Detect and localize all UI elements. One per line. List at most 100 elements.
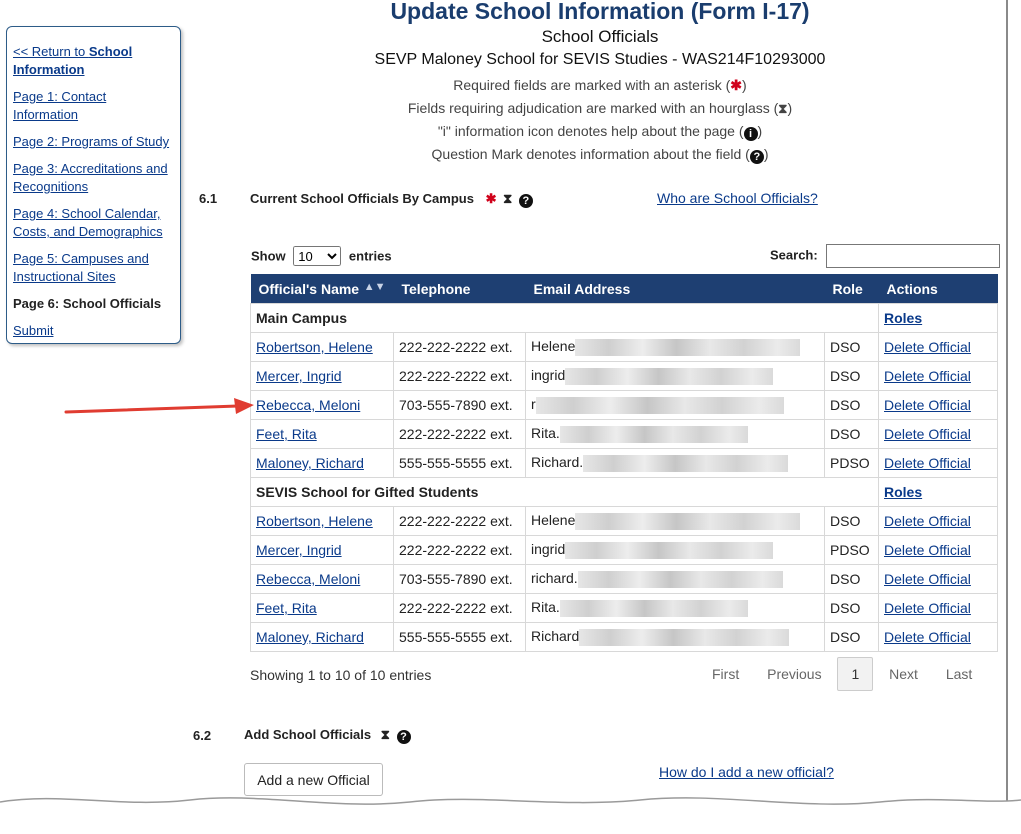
phone-cell: 555-555-5555 ext.: [393, 622, 526, 652]
email-cell: ingrid: [525, 535, 825, 565]
table-row: Rebecca, Meloni 703-555-7890 ext. richar…: [250, 564, 998, 594]
roles-link[interactable]: Roles: [884, 484, 922, 500]
redacted-email: [535, 396, 784, 414]
section-title-text: Current School Officials By Campus: [250, 191, 474, 206]
redacted-email: [565, 541, 774, 559]
sidebar-item-campuses[interactable]: Page 5: Campuses and Instructional Sites: [13, 250, 174, 286]
col-email-header: Email Address: [525, 274, 825, 304]
delete-official-link[interactable]: Delete Official: [884, 368, 971, 384]
campus-name: SEVIS School for Gifted Students: [250, 477, 879, 507]
official-name-link[interactable]: Robertson, Helene: [256, 339, 373, 355]
hourglass-icon: ⧗: [380, 727, 390, 742]
campus-group-row: Main Campus Roles: [250, 303, 998, 333]
note-paren: ): [787, 100, 793, 116]
email-text: richard.: [531, 570, 578, 587]
delete-official-link[interactable]: Delete Official: [884, 571, 971, 587]
official-name-link[interactable]: Maloney, Richard: [256, 455, 364, 471]
asterisk-icon: ✱: [485, 191, 497, 206]
phone-cell: 222-222-2222 ext.: [393, 506, 526, 536]
who-are-officials-link[interactable]: Who are School Officials?: [657, 190, 818, 206]
official-name-link[interactable]: Feet, Rita: [256, 426, 317, 442]
table-row: Maloney, Richard 555-555-5555 ext. Richa…: [250, 622, 998, 652]
entries-label: entries: [348, 248, 392, 264]
delete-official-link[interactable]: Delete Official: [884, 339, 971, 355]
role-cell: DSO: [824, 390, 879, 420]
note-paren: ): [763, 146, 769, 162]
official-name-link[interactable]: Rebecca, Meloni: [256, 397, 360, 413]
question-icon[interactable]: ?: [396, 730, 411, 744]
redacted-email: [583, 454, 789, 472]
email-text: Richard.: [531, 454, 584, 471]
how-add-official-link[interactable]: How do I add a new official?: [659, 764, 834, 780]
table-row: Robertson, Helene 222-222-2222 ext. Hele…: [250, 332, 998, 362]
search-label: Search:: [770, 247, 818, 263]
note-info: "i" information icon denotes help about …: [300, 123, 900, 141]
delete-official-link[interactable]: Delete Official: [884, 426, 971, 442]
sidebar-item-accreditations[interactable]: Page 3: Accreditations and Recognitions: [13, 160, 174, 196]
redacted-email: [559, 425, 748, 443]
email-text: ingrid: [531, 541, 566, 558]
email-text: Rita.: [531, 425, 560, 442]
delete-official-link[interactable]: Delete Official: [884, 542, 971, 558]
pager-previous[interactable]: Previous: [755, 657, 833, 691]
redacted-email: [575, 338, 801, 356]
section-title-text: Add School Officials: [244, 727, 372, 742]
official-name-link[interactable]: Mercer, Ingrid: [256, 542, 342, 558]
official-name-link[interactable]: Maloney, Richard: [256, 629, 364, 645]
pager-next[interactable]: Next: [877, 657, 930, 691]
delete-official-link[interactable]: Delete Official: [884, 600, 971, 616]
email-text: Richard: [531, 628, 580, 645]
table-row: Mercer, Ingrid 222-222-2222 ext. ingrid …: [250, 361, 998, 391]
delete-official-link[interactable]: Delete Official: [884, 455, 971, 471]
table-row: Robertson, Helene 222-222-2222 ext. Hele…: [250, 506, 998, 536]
email-cell: Helene: [525, 332, 825, 362]
phone-cell: 222-222-2222 ext.: [393, 593, 526, 623]
email-cell: Richard.: [525, 448, 825, 478]
sidebar-item-officials: Page 6: School Officials: [13, 296, 162, 311]
redacted-email: [577, 570, 783, 588]
sidebar-return-link[interactable]: << Return to School Information: [13, 43, 174, 79]
official-name-link[interactable]: Rebecca, Meloni: [256, 571, 360, 587]
question-icon[interactable]: ?: [518, 194, 533, 208]
col-name-label: Official's Name: [258, 280, 360, 297]
roles-link[interactable]: Roles: [884, 310, 922, 326]
section-number: 6.1: [199, 191, 218, 206]
role-cell: DSO: [824, 564, 879, 594]
table-info: Showing 1 to 10 of 10 entries: [250, 667, 432, 683]
official-name-link[interactable]: Feet, Rita: [256, 600, 317, 616]
officials-table: Official's Name ▲▼ Telephone Email Addres…: [250, 274, 998, 652]
sidebar-item-programs[interactable]: Page 2: Programs of Study: [13, 133, 174, 151]
sidebar-item-contact[interactable]: Page 1: Contact Information: [13, 88, 174, 124]
note-info-text: "i" information icon denotes help about …: [437, 123, 744, 139]
phone-cell: 222-222-2222 ext.: [393, 332, 526, 362]
col-name-header[interactable]: Official's Name ▲▼: [250, 274, 394, 304]
pager-first[interactable]: First: [700, 657, 751, 691]
email-text: Rita.: [531, 599, 560, 616]
page-title: Update School Information (Form I-17): [390, 0, 810, 24]
delete-official-link[interactable]: Delete Official: [884, 397, 971, 413]
pagination: First Previous 1 Next Last: [700, 657, 984, 691]
note-question-text: Question Mark denotes information about …: [431, 146, 750, 162]
pager-current[interactable]: 1: [837, 657, 874, 691]
sidebar-item-submit[interactable]: Submit: [13, 322, 174, 340]
campus-group-row: SEVIS School for Gifted Students Roles: [250, 477, 998, 507]
phone-cell: 703-555-7890 ext.: [393, 390, 526, 420]
note-paren: ): [742, 77, 747, 93]
search-input[interactable]: [826, 244, 1001, 268]
hourglass-icon: ⧗: [503, 191, 513, 206]
sidebar-nav: << Return to School Information Page 1: …: [6, 26, 181, 344]
show-label: Show: [251, 248, 286, 264]
email-cell: r: [525, 390, 825, 420]
entries-select[interactable]: 10: [293, 246, 342, 266]
official-name-link[interactable]: Robertson, Helene: [256, 513, 373, 529]
role-cell: DSO: [824, 622, 879, 652]
entries-control: Show 10 entries: [251, 246, 392, 266]
note-paren: ): [757, 123, 763, 139]
pager-last[interactable]: Last: [934, 657, 984, 691]
sidebar-item-calendar[interactable]: Page 4: School Calendar, Costs, and Demo…: [13, 205, 174, 241]
delete-official-link[interactable]: Delete Official: [884, 629, 971, 645]
table-row: Maloney, Richard 555-555-5555 ext. Richa…: [250, 448, 998, 478]
role-cell: PDSO: [824, 535, 879, 565]
delete-official-link[interactable]: Delete Official: [884, 513, 971, 529]
official-name-link[interactable]: Mercer, Ingrid: [256, 368, 342, 384]
